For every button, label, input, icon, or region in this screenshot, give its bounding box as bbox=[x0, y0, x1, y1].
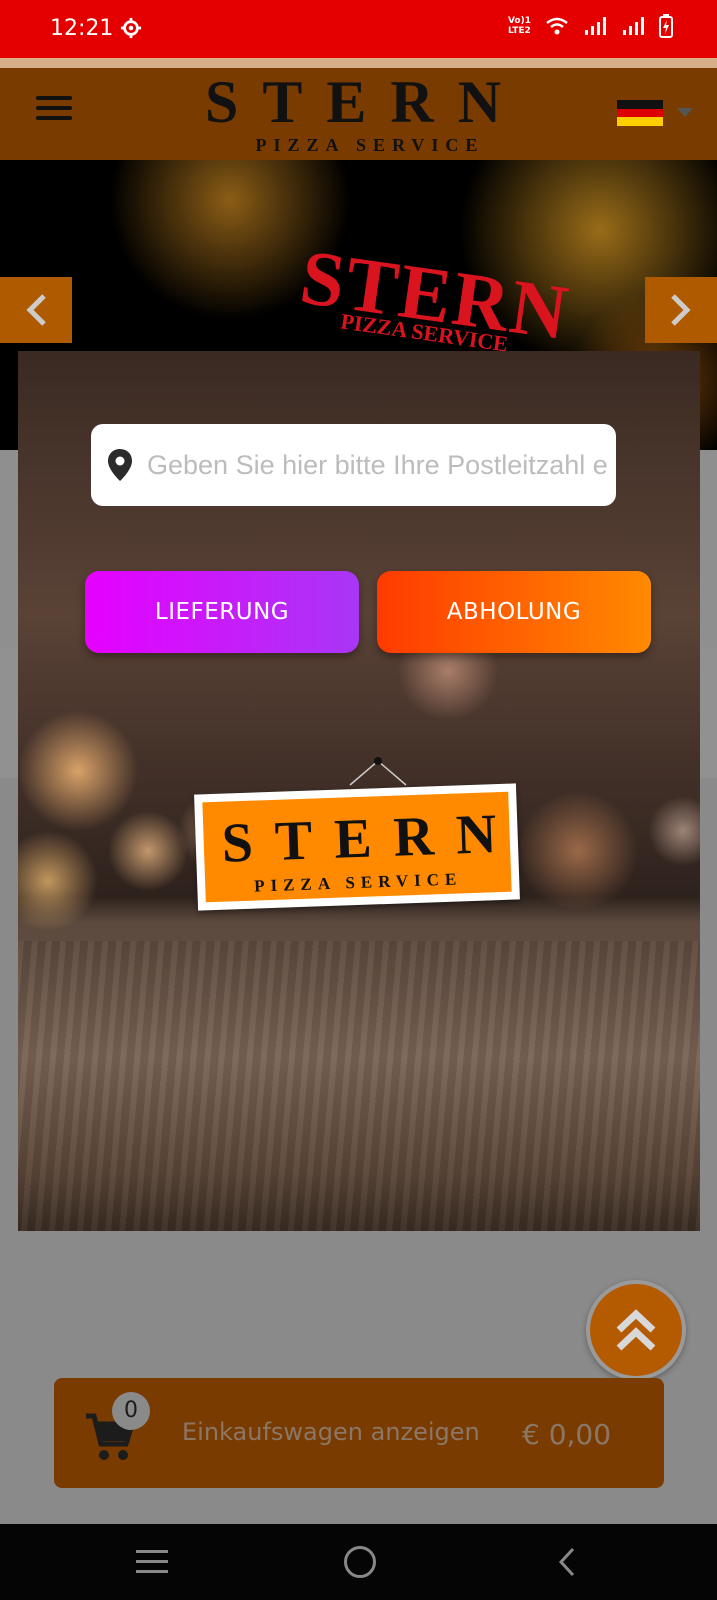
pickup-button[interactable]: ABHOLUNG bbox=[377, 571, 651, 653]
battery-icon bbox=[659, 14, 673, 38]
signal-icon bbox=[585, 17, 606, 35]
sign-logo-title: STERN bbox=[220, 802, 520, 875]
status-bar: 12:21 Vo)1 LTE2 bbox=[0, 0, 717, 58]
double-chevron-up-icon bbox=[616, 1309, 656, 1351]
slider-next-button[interactable] bbox=[645, 277, 717, 343]
order-type-modal: LIEFERUNG ABHOLUNG STERN PIZZA SERVICE bbox=[18, 351, 700, 1231]
volte-line1: Vo)1 bbox=[507, 16, 531, 26]
delivery-button[interactable]: LIEFERUNG bbox=[85, 571, 359, 653]
site-header: STERN PIZZA SERVICE bbox=[0, 68, 717, 160]
header-logo-title[interactable]: STERN bbox=[205, 68, 515, 137]
scroll-top-button[interactable] bbox=[586, 1280, 686, 1380]
logo-sign: STERN PIZZA SERVICE bbox=[194, 783, 520, 911]
volte-line2: LTE2 bbox=[507, 26, 531, 36]
header-logo-subtitle: PIZZA SERVICE bbox=[255, 135, 485, 155]
nav-menu-icon[interactable] bbox=[136, 1550, 168, 1574]
cart-total: € 0,00 bbox=[522, 1418, 612, 1451]
nav-home-icon[interactable] bbox=[344, 1546, 376, 1578]
cart-bar[interactable]: 0 Einkaufswagen anzeigen € 0,00 bbox=[54, 1378, 664, 1488]
chevron-down-icon[interactable] bbox=[677, 108, 693, 117]
nav-back-icon[interactable] bbox=[555, 1546, 579, 1578]
status-icons: Vo)1 LTE2 bbox=[508, 14, 673, 38]
zip-field[interactable] bbox=[91, 424, 616, 506]
cart-count-badge: 0 bbox=[112, 1392, 150, 1430]
cart-label[interactable]: Einkaufswagen anzeigen bbox=[182, 1418, 480, 1446]
wood-table-background bbox=[18, 941, 700, 1231]
zip-input[interactable] bbox=[147, 449, 607, 481]
header-divider bbox=[0, 58, 717, 68]
slider-prev-button[interactable] bbox=[0, 277, 72, 343]
menu-icon[interactable] bbox=[36, 96, 72, 124]
system-nav-bar bbox=[0, 1524, 717, 1600]
sign-hanger bbox=[349, 757, 407, 786]
signal-icon bbox=[623, 17, 644, 35]
status-time: 12:21 bbox=[50, 16, 114, 41]
volte-indicator: Vo)1 LTE2 bbox=[508, 16, 531, 36]
gear-icon bbox=[120, 17, 142, 39]
chevron-right-icon bbox=[671, 294, 691, 326]
location-pin-icon bbox=[108, 449, 132, 481]
germany-flag-icon[interactable] bbox=[617, 100, 663, 126]
wifi-icon bbox=[546, 17, 568, 35]
chevron-left-icon bbox=[26, 294, 46, 326]
